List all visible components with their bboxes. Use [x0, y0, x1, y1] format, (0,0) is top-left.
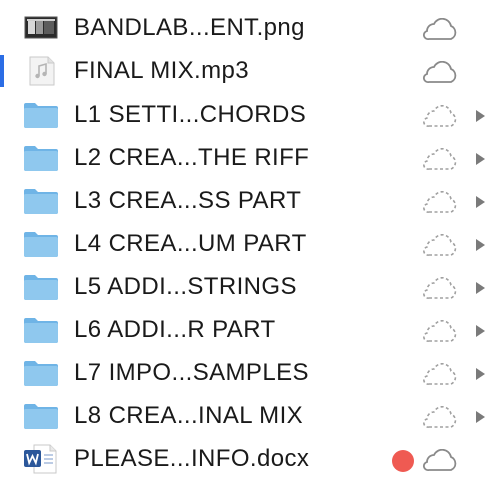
disclosure-triangle-icon[interactable]	[474, 238, 486, 252]
folder-name: L4 CREA...UM PART	[74, 230, 307, 257]
file-name: BANDLAB...ENT.png	[74, 14, 305, 41]
disclosure-triangle-icon[interactable]	[474, 152, 486, 166]
folder-name: L8 CREA...INAL MIX	[74, 402, 304, 429]
folder-row-l3[interactable]: L3 CREA...SS PART	[0, 181, 500, 221]
folder-name: L5 ADDI...STRINGS	[74, 273, 297, 300]
folder-icon	[24, 189, 58, 214]
folder-row-l8[interactable]: L8 CREA...INAL MIX	[0, 396, 500, 436]
folder-name: L7 IMPO...SAMPLES	[74, 359, 309, 386]
cloud-download-icon[interactable]	[420, 277, 460, 301]
cloud-download-icon[interactable]	[420, 148, 460, 172]
folder-row-l1[interactable]: L1 SETTI...CHORDS	[0, 95, 500, 135]
folder-row-l7[interactable]: L7 IMPO...SAMPLES	[0, 353, 500, 393]
disclosure-triangle-icon[interactable]	[474, 367, 486, 381]
file-row-bandlab-png[interactable]: BANDLAB...ENT.png	[0, 8, 500, 48]
folder-name: L6 ADDI...R PART	[74, 316, 276, 343]
file-row-final-mix-mp3[interactable]: FINAL MIX.mp3	[0, 51, 500, 91]
image-file-icon	[24, 16, 58, 39]
folder-row-l4[interactable]: L4 CREA...UM PART	[0, 224, 500, 264]
folder-name: L3 CREA...SS PART	[74, 187, 302, 214]
folder-icon	[24, 146, 58, 171]
folder-icon	[24, 318, 58, 343]
file-list: BANDLAB...ENT.png FINAL MIX.mp3 L1 SETTI…	[0, 0, 500, 488]
folder-icon	[24, 404, 58, 429]
disclosure-triangle-icon[interactable]	[474, 324, 486, 338]
file-name: FINAL MIX.mp3	[74, 57, 250, 84]
cloud-download-icon[interactable]	[420, 406, 460, 430]
disclosure-triangle-icon[interactable]	[474, 410, 486, 424]
cloud-download-icon[interactable]	[420, 234, 460, 258]
disclosure-triangle-icon[interactable]	[474, 109, 486, 123]
disclosure-triangle-icon[interactable]	[474, 281, 486, 295]
file-row-please-info-docx[interactable]: PLEASE...INFO.docx	[0, 439, 500, 479]
folder-icon	[24, 361, 58, 386]
cloud-download-icon[interactable]	[420, 320, 460, 344]
folder-icon	[24, 103, 58, 128]
cloud-download-icon[interactable]	[420, 105, 460, 129]
red-tag-dot	[392, 450, 414, 472]
folder-name: L1 SETTI...CHORDS	[74, 101, 307, 128]
folder-icon	[24, 232, 58, 257]
disclosure-triangle-icon[interactable]	[474, 195, 486, 209]
cloud-icon[interactable]	[420, 61, 460, 85]
file-name: PLEASE...INFO.docx	[74, 445, 310, 472]
selection-indicator	[0, 55, 4, 87]
folder-row-l2[interactable]: L2 CREA...THE RIFF	[0, 138, 500, 178]
audio-file-icon	[29, 56, 55, 86]
folder-icon	[24, 275, 58, 300]
folder-name: L2 CREA...THE RIFF	[74, 144, 310, 171]
folder-row-l5[interactable]: L5 ADDI...STRINGS	[0, 267, 500, 307]
cloud-icon[interactable]	[420, 18, 460, 42]
folder-row-l6[interactable]: L6 ADDI...R PART	[0, 310, 500, 350]
cloud-download-icon[interactable]	[420, 191, 460, 215]
cloud-download-icon[interactable]	[420, 363, 460, 387]
cloud-icon[interactable]	[420, 449, 460, 473]
word-doc-icon	[24, 444, 57, 474]
